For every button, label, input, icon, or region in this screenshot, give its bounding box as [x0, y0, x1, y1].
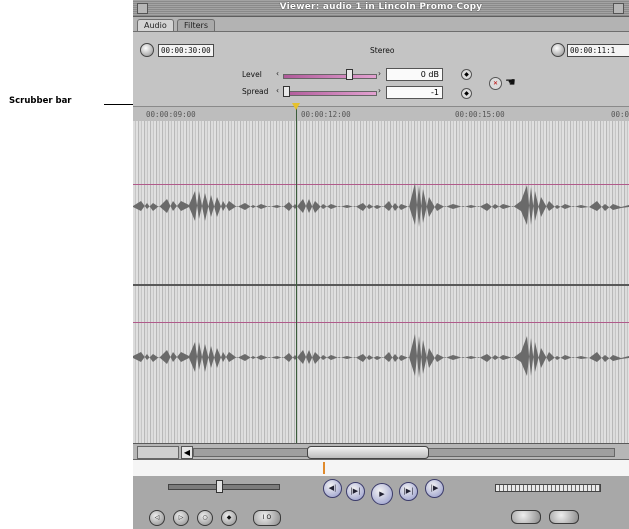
ruler-time: 00:00:09:00 — [146, 110, 196, 119]
spread-label: Spread — [242, 87, 269, 96]
play-button[interactable]: ▶ — [371, 483, 393, 505]
scroll-left-arrow-icon[interactable]: ◀ — [181, 446, 193, 459]
scrubber-bar-callout-label: Scrubber bar — [9, 96, 72, 106]
ruler-time: 00:00:12:00 — [301, 110, 351, 119]
channel1-waveform — [133, 183, 629, 227]
level-keyframe-button[interactable]: ◆ — [461, 69, 472, 80]
match-frame-button[interactable] — [511, 510, 541, 524]
generator-popup-button[interactable] — [549, 510, 579, 524]
ruler-time: 00:00:15:00 — [455, 110, 505, 119]
mark-clip-button[interactable]: ○ — [197, 510, 213, 526]
channel2-waveform — [133, 334, 629, 378]
tab-filters[interactable]: Filters — [177, 19, 215, 31]
title-bar[interactable]: Viewer: audio 1 in Lincoln Promo Copy — [133, 0, 629, 17]
previous-edit-button[interactable]: ◀| — [323, 479, 342, 498]
channel-mode-label: Stereo — [370, 46, 395, 55]
timeline-ruler[interactable]: 00:00:09:00 00:00:12:00 00:00:15:00 00:0 — [133, 106, 629, 122]
waveform-display[interactable] — [133, 121, 629, 443]
play-in-to-out-button[interactable]: |▶| — [346, 482, 365, 501]
next-edit-button[interactable]: |▶ — [425, 479, 444, 498]
channel2-level-line[interactable] — [133, 322, 629, 323]
drag-hand-icon[interactable]: ☚ — [505, 75, 516, 89]
in-out-points-button[interactable]: I O — [253, 510, 281, 526]
spread-decrease-icon[interactable]: ‹ — [276, 86, 279, 95]
tab-bar: Audio Filters — [133, 17, 629, 32]
level-field[interactable]: 0 dB — [386, 68, 443, 81]
scrubber-bar-marker[interactable] — [292, 103, 300, 110]
spread-slider-thumb[interactable] — [283, 86, 290, 97]
current-timecode[interactable]: 00:00:11:1 — [567, 44, 629, 57]
level-slider-track[interactable] — [283, 74, 377, 79]
spread-field[interactable]: -1 — [386, 86, 443, 99]
shuttle-slider-track[interactable] — [168, 484, 280, 490]
duration-timecode[interactable]: 00:00:30:00 — [158, 44, 214, 57]
audio-controls-panel: 00:00:30:00 Stereo 00:00:11:1 Level ‹ › … — [133, 32, 629, 106]
spread-keyframe-button[interactable]: ◆ — [461, 88, 472, 99]
window-title: Viewer: audio 1 in Lincoln Promo Copy — [279, 2, 483, 12]
level-decrease-icon[interactable]: ‹ — [276, 69, 279, 78]
zoom-control[interactable] — [137, 446, 179, 459]
spread-increase-icon[interactable]: › — [378, 86, 381, 95]
mark-out-button[interactable]: ▷ — [173, 510, 189, 526]
shuttle-dial-icon[interactable] — [551, 43, 565, 57]
level-increase-icon[interactable]: › — [378, 69, 381, 78]
horizontal-scrollbar[interactable]: ◀ — [133, 443, 629, 460]
add-marker-button[interactable]: ◆ — [221, 510, 237, 526]
viewer-window: Viewer: audio 1 in Lincoln Promo Copy Au… — [133, 0, 629, 529]
level-slider-thumb[interactable] — [345, 69, 353, 80]
jog-dial-icon[interactable] — [140, 43, 154, 57]
channel-divider — [133, 284, 629, 286]
ruler-time: 00:0 — [611, 110, 629, 119]
tab-audio[interactable]: Audio — [137, 19, 174, 31]
playhead-line[interactable] — [296, 106, 297, 443]
mini-timeline[interactable] — [133, 459, 629, 477]
mark-in-button[interactable]: ◁ — [149, 510, 165, 526]
play-around-button[interactable]: |▶| — [399, 482, 418, 501]
jog-control[interactable] — [495, 484, 601, 492]
scroll-thumb[interactable] — [307, 446, 429, 459]
level-label: Level — [242, 70, 262, 79]
reset-button[interactable]: ✕ — [489, 77, 502, 90]
transport-controls: ◀| |▶| ▶ |▶| |▶ ◁ ▷ ○ ◆ I O — [133, 476, 629, 529]
spread-slider-track[interactable] — [283, 91, 377, 96]
shuttle-slider-thumb[interactable] — [216, 480, 223, 493]
mini-playhead[interactable] — [323, 462, 325, 474]
zoom-box-icon[interactable] — [613, 3, 624, 14]
